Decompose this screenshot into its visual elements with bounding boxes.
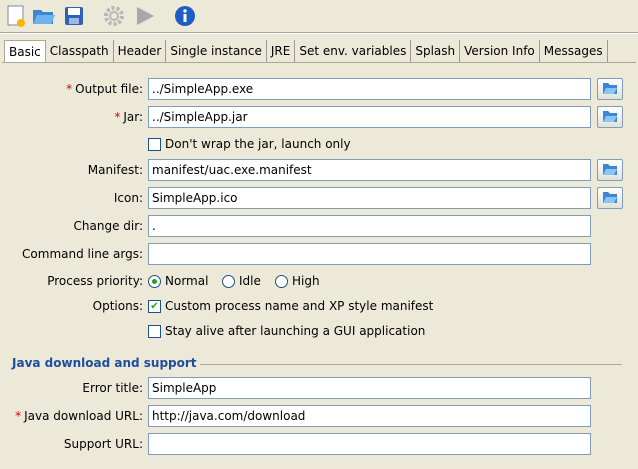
tab-set-env-variables[interactable]: Set env. variables xyxy=(295,40,412,62)
change-dir-label: Change dir: xyxy=(73,219,143,233)
checkbox-box[interactable] xyxy=(148,325,161,338)
folder-icon xyxy=(602,109,618,126)
icon-label: Icon: xyxy=(113,191,143,205)
manifest-input[interactable]: manifest/uac.exe.manifest xyxy=(148,159,591,181)
cmd-args-input[interactable] xyxy=(148,243,591,265)
tab-messages[interactable]: Messages xyxy=(540,40,608,62)
folder-icon xyxy=(602,190,618,207)
tab-basic[interactable]: Basic xyxy=(4,40,46,63)
folder-icon xyxy=(602,162,618,179)
save-icon[interactable] xyxy=(62,4,86,28)
radio-circle[interactable] xyxy=(275,275,288,288)
change-dir-input[interactable]: . xyxy=(148,215,591,237)
priority-high-radio[interactable]: High xyxy=(275,270,320,292)
required-mark: * xyxy=(15,409,22,423)
jar-input[interactable]: ../SimpleApp.jar xyxy=(148,106,591,128)
radio-circle[interactable] xyxy=(148,275,161,288)
build-icon[interactable] xyxy=(102,4,126,28)
java-section-title: Java download and support xyxy=(12,356,197,370)
tab-single-instance[interactable]: Single instance xyxy=(166,40,267,62)
jar-label-text: Jar: xyxy=(123,110,143,124)
open-icon[interactable] xyxy=(32,4,56,28)
tab-version-info[interactable]: Version Info xyxy=(460,40,540,62)
priority-idle-radio[interactable]: Idle xyxy=(222,270,261,292)
radio-circle[interactable] xyxy=(222,275,235,288)
icon-input[interactable]: SimpleApp.ico xyxy=(148,187,591,209)
java-download-url-label: * Java download URL: xyxy=(15,405,143,427)
required-mark: * xyxy=(66,82,73,96)
tab-classpath[interactable]: Classpath xyxy=(46,40,114,62)
error-title-input[interactable]: SimpleApp xyxy=(148,377,591,399)
stay-alive-checkbox[interactable]: Stay alive after launching a GUI applica… xyxy=(148,320,425,342)
dont-wrap-checkbox[interactable]: Don't wrap the jar, launch only xyxy=(148,133,351,155)
jar-browse-button[interactable] xyxy=(597,106,623,128)
support-url-label: Support URL: xyxy=(63,437,143,451)
java-download-url-label-text: Java download URL: xyxy=(24,409,143,423)
folder-icon xyxy=(602,81,618,98)
output-file-browse-button[interactable] xyxy=(597,78,623,100)
new-icon[interactable] xyxy=(4,4,28,28)
java-download-url-input[interactable]: http://java.com/download xyxy=(148,405,591,427)
tab-splash[interactable]: Splash xyxy=(411,40,461,62)
tab-header[interactable]: Header xyxy=(114,40,167,62)
custom-process-name-label: Custom process name and XP style manifes… xyxy=(165,299,434,313)
support-url-input[interactable] xyxy=(148,433,591,455)
priority-label: Process priority: xyxy=(47,274,143,288)
section-divider xyxy=(200,364,622,365)
priority-high-label: High xyxy=(292,274,320,288)
tab-bar: Basic Classpath Header Single instance J… xyxy=(4,40,608,63)
manifest-browse-button[interactable] xyxy=(597,159,623,181)
options-label: Options: xyxy=(92,299,143,313)
info-icon[interactable] xyxy=(173,4,197,28)
priority-idle-label: Idle xyxy=(239,274,261,288)
tab-jre[interactable]: JRE xyxy=(267,40,296,62)
output-file-input[interactable]: ../SimpleApp.exe xyxy=(148,78,591,100)
priority-normal-label: Normal xyxy=(165,274,209,288)
jar-label: * Jar: xyxy=(114,106,143,128)
error-title-label: Error title: xyxy=(82,381,143,395)
dont-wrap-label: Don't wrap the jar, launch only xyxy=(165,137,351,151)
custom-process-name-checkbox[interactable]: ✔ Custom process name and XP style manife… xyxy=(148,295,433,317)
cmd-args-label: Command line args: xyxy=(22,247,143,261)
icon-browse-button[interactable] xyxy=(597,187,623,209)
required-mark: * xyxy=(114,110,121,124)
manifest-label: Manifest: xyxy=(87,163,143,177)
output-file-label-text: Output file: xyxy=(75,82,143,96)
toolbar-separator xyxy=(0,32,638,34)
checkbox-box[interactable] xyxy=(148,138,161,151)
stay-alive-label: Stay alive after launching a GUI applica… xyxy=(165,324,426,338)
run-icon[interactable] xyxy=(133,4,157,28)
output-file-label: * Output file: xyxy=(66,78,143,100)
check-icon[interactable]: ✔ xyxy=(148,300,161,313)
priority-normal-radio[interactable]: Normal xyxy=(148,270,208,292)
